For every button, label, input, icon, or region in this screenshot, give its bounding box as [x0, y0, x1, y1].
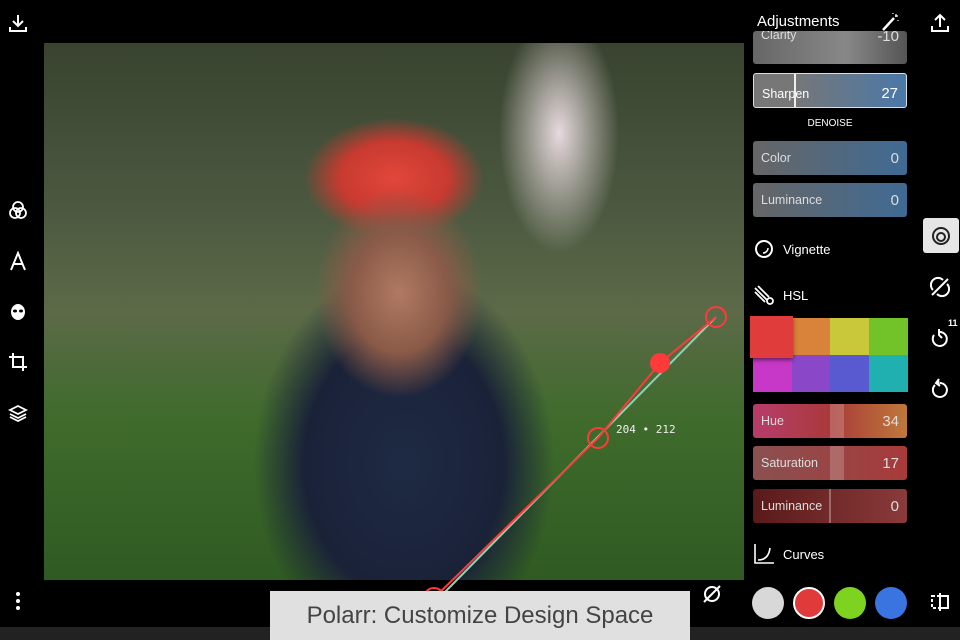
- hsl-icon: [752, 283, 776, 307]
- hsl-swatch[interactable]: [750, 316, 793, 358]
- curve-channel-dot[interactable]: [875, 587, 907, 619]
- hsl-swatch[interactable]: [791, 355, 831, 392]
- hsl-swatch[interactable]: [753, 355, 792, 392]
- hsl-swatch[interactable]: [868, 355, 908, 392]
- hsl-swatch[interactable]: [830, 318, 869, 355]
- curve-channel-dot[interactable]: [752, 587, 784, 619]
- curve-point-active: [650, 353, 670, 373]
- adjustments-tab-button[interactable]: [923, 218, 959, 253]
- curves-icon: [752, 542, 776, 566]
- history-count: 11: [948, 318, 958, 328]
- hsl-luminance-slider[interactable]: Luminance 0: [753, 489, 907, 523]
- denoise-header: DENOISE: [807, 118, 853, 129]
- hsl-swatch[interactable]: [868, 318, 908, 355]
- compare-off-icon[interactable]: [700, 582, 724, 606]
- caption-banner: Polarr: Customize Design Space: [270, 591, 690, 640]
- saturation-slider[interactable]: Saturation 17: [753, 446, 907, 480]
- panel-title: Adjustments: [757, 13, 840, 30]
- hsl-section[interactable]: HSL: [783, 288, 808, 303]
- hsl-swatch[interactable]: [791, 318, 831, 355]
- share-icon[interactable]: [928, 11, 952, 35]
- history-icon[interactable]: [928, 326, 952, 350]
- curve-channel-dot[interactable]: [793, 587, 825, 619]
- mask-off-icon[interactable]: [928, 275, 952, 299]
- hsl-swatch[interactable]: [830, 355, 869, 392]
- sharpen-slider[interactable]: Sharpen 27: [753, 73, 907, 108]
- curves-section[interactable]: Curves: [783, 547, 824, 562]
- split-view-icon[interactable]: [928, 590, 952, 614]
- hue-slider[interactable]: Hue 34: [753, 404, 907, 438]
- vignette-section[interactable]: Vignette: [783, 242, 830, 257]
- denoise-luminance-slider[interactable]: Luminance 0: [753, 183, 907, 217]
- vignette-icon: [752, 237, 776, 261]
- curve-readout: 204 • 212: [616, 423, 676, 436]
- reset-icon[interactable]: [928, 377, 952, 401]
- curve-channel-dot[interactable]: [834, 587, 866, 619]
- denoise-color-slider[interactable]: Color 0: [753, 141, 907, 175]
- dial-icon: [932, 226, 950, 245]
- clarity-slider[interactable]: Clarity -10: [753, 31, 907, 64]
